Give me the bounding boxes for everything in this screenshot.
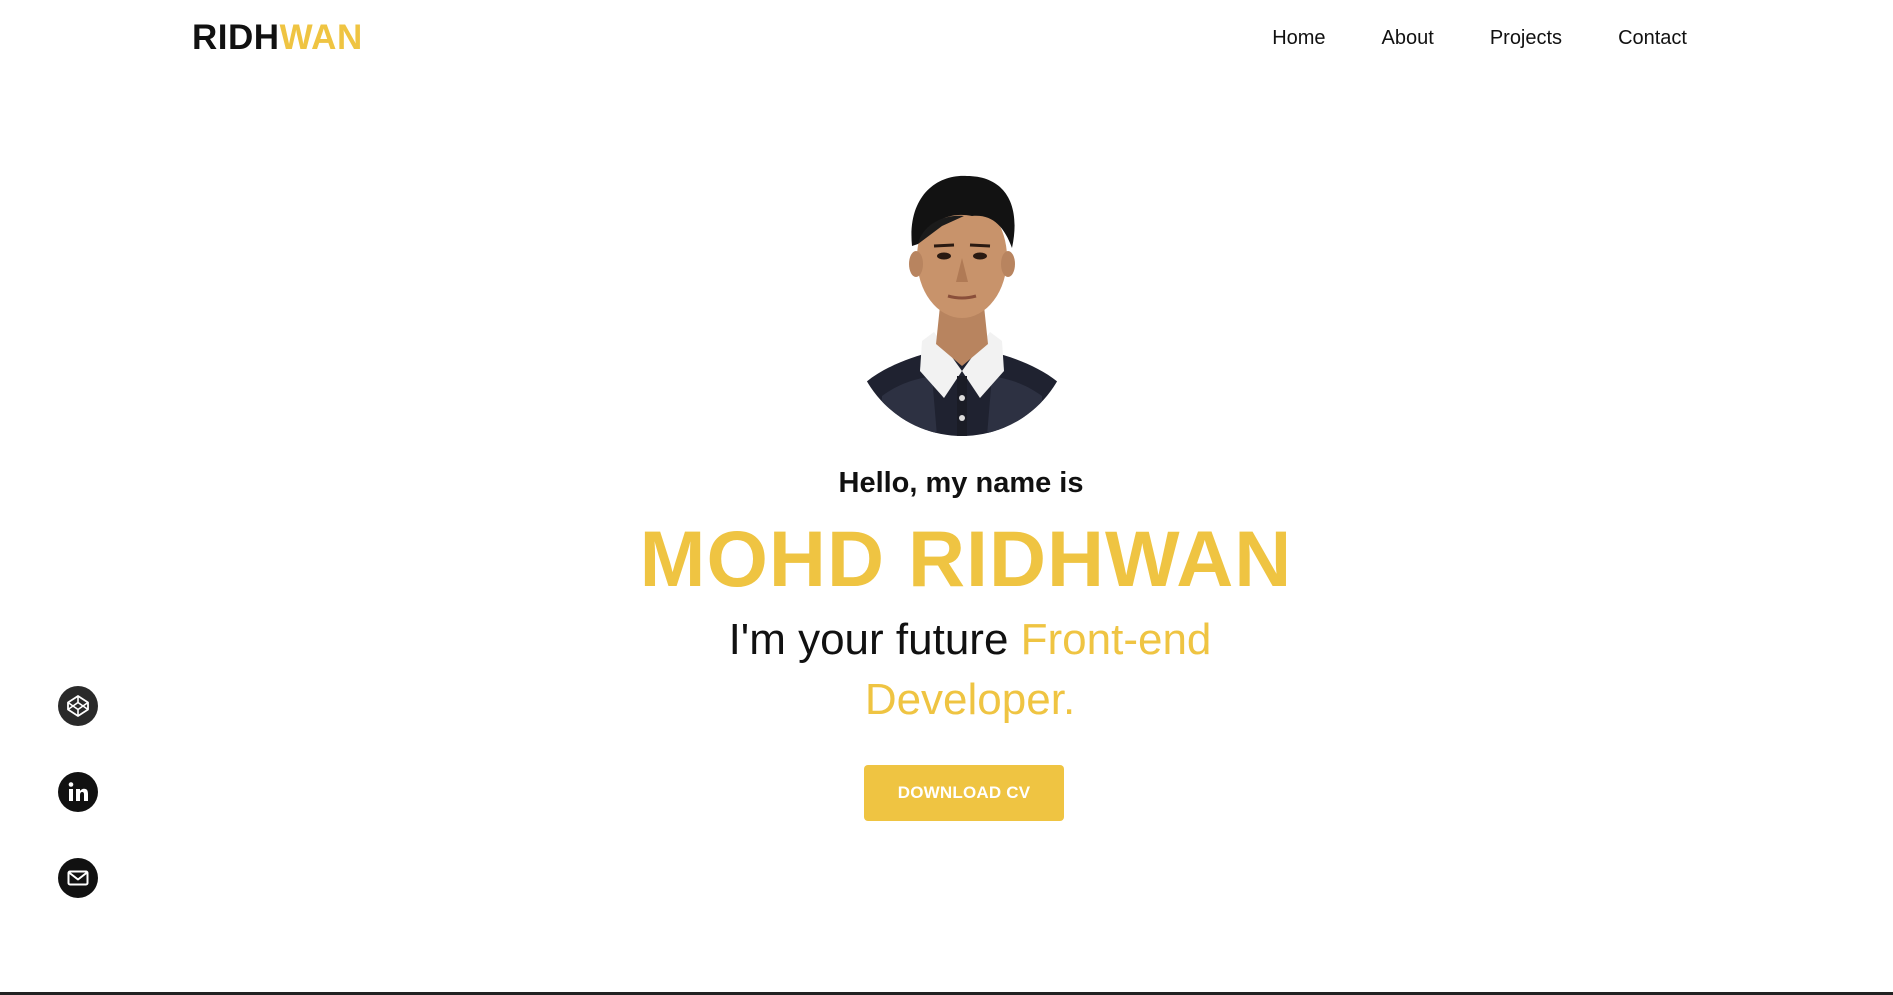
nav-projects-link[interactable]: Projects xyxy=(1490,24,1562,52)
linkedin-icon[interactable] xyxy=(58,772,98,812)
main-nav: Home About Projects Contact xyxy=(1272,24,1687,52)
tagline-plain-text: I'm your future xyxy=(728,615,1021,664)
logo-text-accent: WAN xyxy=(279,18,363,57)
site-header: RIDHWAN Home About Projects Contact xyxy=(0,0,1893,78)
hero-tagline: I'm your future Front-end Developer. xyxy=(720,610,1220,730)
nav-about-link[interactable]: About xyxy=(1382,24,1434,52)
download-cv-button[interactable]: DOWNLOAD CV xyxy=(864,765,1064,821)
site-logo[interactable]: RIDHWAN xyxy=(192,18,363,58)
mail-icon[interactable] xyxy=(58,858,98,898)
nav-contact-link[interactable]: Contact xyxy=(1618,24,1687,52)
hero-greeting: Hello, my name is xyxy=(838,467,1084,499)
nav-home-link[interactable]: Home xyxy=(1272,24,1325,52)
page: RIDHWAN Home About Projects Contact Hell… xyxy=(0,0,1893,995)
codepen-icon[interactable] xyxy=(58,686,98,726)
profile-avatar xyxy=(852,166,1072,436)
hero-name: MOHD RIDHWAN xyxy=(639,514,1293,603)
logo-text-dark: RIDH xyxy=(192,18,280,57)
